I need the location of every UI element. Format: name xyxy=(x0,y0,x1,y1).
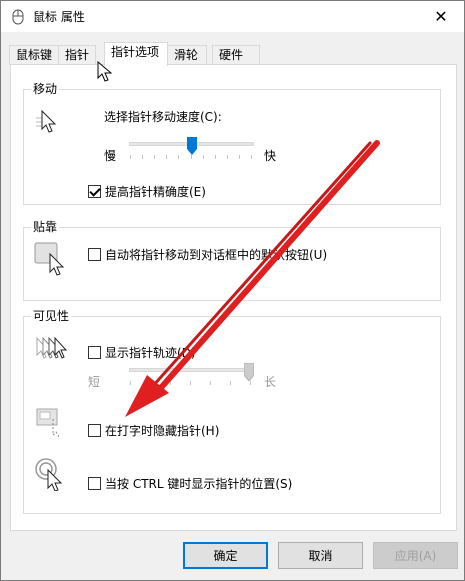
slow-label: 慢 xyxy=(104,149,117,163)
snap-group: 贴靠 自动将指针移动到对话框中的默认按钮(U) xyxy=(23,219,441,301)
speed-tick xyxy=(130,155,131,159)
ok-button[interactable]: 确定 xyxy=(183,542,268,569)
mouse-properties-window: 鼠标 属性 ✕ 鼠标键 指针 指针选项 滑轮 硬件 移动 选择指针移动速度(C)… xyxy=(0,0,465,581)
tab-hardware[interactable]: 硬件 xyxy=(212,45,260,65)
pointer-trails-checkbox[interactable] xyxy=(88,346,101,359)
speed-tick xyxy=(154,155,155,159)
ctrl-location-label: 当按 CTRL 键时显示指针的位置(S) xyxy=(105,477,293,491)
trail-tick xyxy=(150,381,151,385)
enhance-precision-checkbox[interactable] xyxy=(88,185,101,198)
snap-to-label: 自动将指针移动到对话框中的默认按钮(U) xyxy=(105,248,328,262)
speed-tick xyxy=(142,155,143,159)
tab-wheel[interactable]: 滑轮 xyxy=(167,45,207,65)
speed-tick xyxy=(251,155,252,159)
mouse-icon xyxy=(12,9,24,25)
show-location-icon xyxy=(35,458,63,491)
enhance-precision-label: 提高指针精确度(E) xyxy=(105,185,206,199)
tab-buttons[interactable]: 鼠标键 xyxy=(9,45,59,65)
visibility-group: 可见性 显示指针轨迹(D) 短 长 在打字时隐藏指针(H) 当按 CTRL 键时… xyxy=(23,308,441,514)
tab-pointer-options[interactable]: 指针选项 xyxy=(104,42,168,66)
speed-slider-thumb[interactable] xyxy=(187,137,197,155)
close-button[interactable]: ✕ xyxy=(418,1,464,32)
pointer-options-panel: 移动 选择指针移动速度(C): 慢 快 提高指针精确度(E) 贴靠 自动将指针移… xyxy=(10,64,457,531)
trail-tick xyxy=(130,381,131,385)
speed-tick xyxy=(166,155,167,159)
trail-tick xyxy=(190,381,191,385)
pointer-trails-label: 显示指针轨迹(D) xyxy=(105,346,196,360)
close-icon: ✕ xyxy=(434,7,448,26)
trail-slider-track xyxy=(129,368,254,372)
pointer-speed-icon xyxy=(36,109,57,133)
speed-tick xyxy=(239,155,240,159)
snap-group-title: 贴靠 xyxy=(31,219,60,235)
pointer-trails-icon xyxy=(36,336,68,359)
snap-to-button-icon xyxy=(34,242,65,276)
window-title: 鼠标 属性 xyxy=(33,10,85,24)
motion-group: 移动 选择指针移动速度(C): 慢 快 提高指针精确度(E) xyxy=(23,81,441,205)
hide-while-typing-icon xyxy=(36,408,60,437)
cancel-button[interactable]: 取消 xyxy=(278,542,363,569)
ctrl-location-checkbox[interactable] xyxy=(88,477,101,490)
hide-while-typing-label: 在打字时隐藏指针(H) xyxy=(105,424,220,438)
trails-long-label: 长 xyxy=(264,375,277,389)
speed-slider[interactable] xyxy=(129,137,254,163)
trail-tick xyxy=(230,381,231,385)
speed-tick xyxy=(227,155,228,159)
speed-tick xyxy=(178,155,179,159)
title-bar: 鼠标 属性 ✕ xyxy=(1,1,464,32)
visibility-group-title: 可见性 xyxy=(31,308,72,324)
trail-tick xyxy=(170,381,171,385)
trail-length-slider[interactable] xyxy=(129,363,254,389)
snap-to-checkbox[interactable] xyxy=(88,248,101,261)
trail-tick xyxy=(210,381,211,385)
hide-while-typing-checkbox[interactable] xyxy=(88,424,101,437)
motion-group-title: 移动 xyxy=(31,81,60,97)
apply-button[interactable]: 应用(A) xyxy=(373,542,458,569)
speed-tick xyxy=(215,155,216,159)
tab-pointers[interactable]: 指针 xyxy=(58,45,96,65)
speed-label: 选择指针移动速度(C): xyxy=(104,110,222,124)
trail-tick xyxy=(250,381,251,385)
trail-slider-thumb[interactable] xyxy=(244,363,254,381)
speed-tick xyxy=(203,155,204,159)
trails-short-label: 短 xyxy=(88,375,101,389)
speed-tick xyxy=(191,155,192,159)
fast-label: 快 xyxy=(264,149,277,163)
